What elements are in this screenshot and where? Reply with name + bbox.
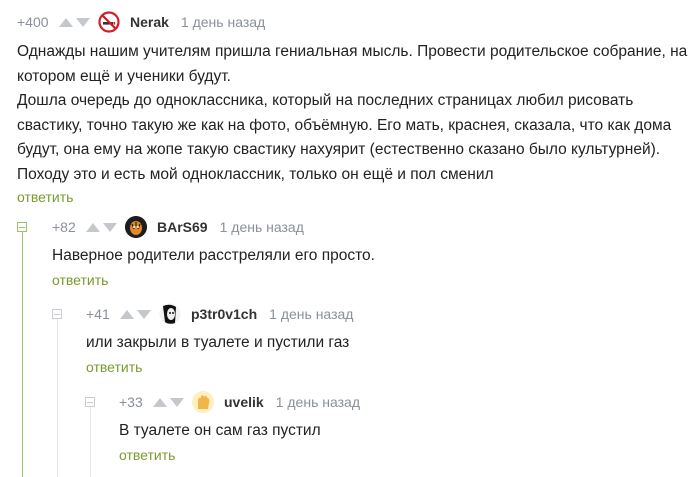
- comment-line: или закрыли в туалете и пустили газ: [86, 334, 350, 351]
- reply-link[interactable]: ответить: [17, 189, 73, 205]
- arrow-down-icon[interactable]: [170, 397, 184, 407]
- comment-text: или закрыли в туалете и пустили газ: [86, 331, 686, 356]
- comment-author[interactable]: p3tr0v1ch: [191, 306, 257, 322]
- comment-bars69: +82 BArS69 1 день назад Наверное родител…: [52, 216, 692, 290]
- comment-time: 1 день назад: [269, 306, 354, 322]
- comment-text: Однажды нашим учителям пришла гениальная…: [17, 40, 697, 188]
- comment-line: Наверное родители расстреляли его просто…: [52, 247, 375, 264]
- avatar-icon[interactable]: [192, 391, 214, 413]
- reply-link[interactable]: ответить: [52, 272, 108, 288]
- arrow-up-icon[interactable]: [120, 309, 134, 319]
- comment-line: свастику, точно такую же как на фото, об…: [17, 116, 672, 134]
- arrow-down-icon[interactable]: [103, 222, 117, 232]
- avatar-icon[interactable]: [125, 216, 147, 238]
- reply-link[interactable]: ответить: [119, 447, 175, 463]
- comment-time: 1 день назад: [180, 14, 266, 30]
- comment-header: +400 Nerak 1 день назад: [17, 11, 697, 33]
- arrow-up-icon[interactable]: [59, 17, 73, 27]
- comment-author[interactable]: uvelik: [224, 394, 264, 410]
- comment-line: Однажды нашим учителям пришла гениальная…: [17, 43, 688, 60]
- comment-nerak: +400 Nerak 1 день назад Однажды нашим уч…: [17, 11, 697, 207]
- reply-link[interactable]: ответить: [86, 359, 142, 375]
- thread-line-2: [57, 318, 58, 477]
- comment-time: 1 день назад: [219, 219, 304, 235]
- comment-line: Дошла очередь до одноклассника, который …: [17, 92, 634, 110]
- comment-p3tr0v1ch: +41 p3tr0v1ch 1 день назад или закрыли в…: [86, 303, 686, 377]
- avatar-icon[interactable]: [159, 303, 181, 325]
- comment-time: 1 день назад: [275, 394, 360, 410]
- arrow-up-icon[interactable]: [153, 397, 167, 407]
- comment-rating: +33: [119, 394, 143, 410]
- comment-rating: +400: [17, 14, 49, 30]
- thread-line-1: [22, 232, 23, 477]
- collapse-toggle[interactable]: [17, 222, 27, 232]
- comment-author[interactable]: Nerak: [130, 14, 169, 30]
- comment-text: В туалете он сам газ пустил: [119, 419, 689, 444]
- arrow-down-icon[interactable]: [76, 17, 90, 27]
- thread-line-3: [90, 406, 91, 477]
- comment-line: Походу это и есть мой одноклассник, толь…: [17, 165, 494, 183]
- comment-author[interactable]: BArS69: [157, 219, 208, 235]
- avatar-icon[interactable]: [98, 11, 120, 33]
- collapse-toggle[interactable]: [85, 397, 95, 407]
- arrow-up-icon[interactable]: [86, 222, 100, 232]
- collapse-toggle[interactable]: [52, 309, 62, 319]
- comment-rating: +41: [86, 306, 110, 322]
- comment-header: +41 p3tr0v1ch 1 день назад: [86, 303, 686, 325]
- comment-rating: +82: [52, 219, 76, 235]
- arrow-down-icon[interactable]: [137, 309, 151, 319]
- comment-line: будут, она ему на жопе такую свастику на…: [17, 141, 661, 159]
- comment-line: В туалете он сам газ пустил: [119, 422, 321, 439]
- comment-text: Наверное родители расстреляли его просто…: [52, 244, 692, 269]
- comment-line: котором ещё и ученики будут.: [17, 67, 231, 85]
- comment-header: +33 uvelik 1 день назад: [119, 391, 689, 413]
- comment-header: +82 BArS69 1 день назад: [52, 216, 692, 238]
- comment-uvelik: +33 uvelik 1 день назад В туалете он сам…: [119, 391, 689, 465]
